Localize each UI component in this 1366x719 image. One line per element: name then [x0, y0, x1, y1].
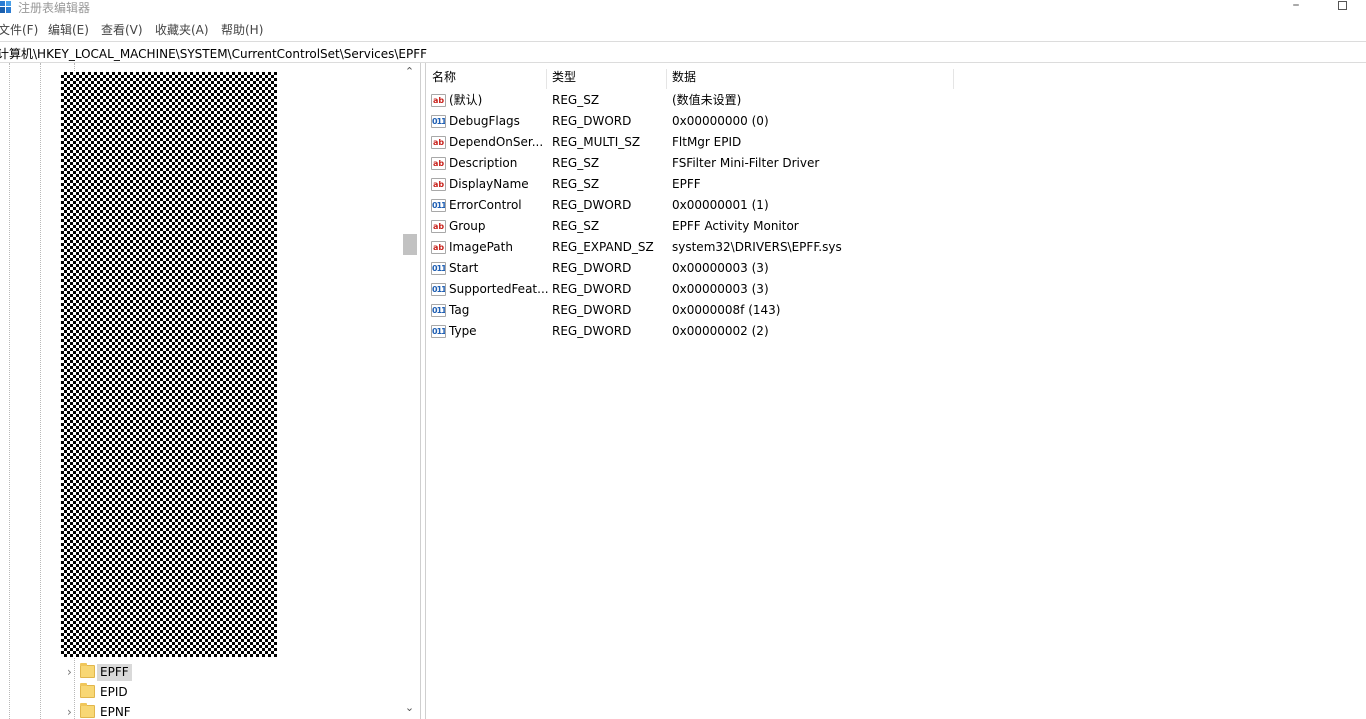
value-data: 0x00000001 (1) [672, 198, 769, 212]
value-name[interactable]: Type [449, 322, 477, 340]
value-row[interactable]: 011 Type REG_DWORD 0x00000002 (2) [426, 320, 1366, 341]
binary-value-icon: 011 [431, 115, 446, 128]
string-value-icon: ab [431, 136, 446, 149]
string-value-icon: ab [431, 178, 446, 191]
binary-value-icon: 011 [431, 325, 446, 338]
registry-editor-icon [0, 1, 11, 13]
scroll-down-icon[interactable]: ⌄ [404, 702, 415, 713]
string-value-icon: ab [431, 94, 446, 107]
value-data: 0x00000003 (3) [672, 282, 769, 296]
string-value-icon: ab [431, 241, 446, 254]
value-row[interactable]: 011 SupportedFeat... REG_DWORD 0x00000003 (… [426, 278, 1366, 299]
minimize-button[interactable]: – [1284, 0, 1308, 17]
address-path[interactable]: 计算机\HKEY_LOCAL_MACHINE\SYSTEM\CurrentCon… [0, 45, 427, 62]
value-data: FSFilter Mini-Filter Driver [672, 156, 820, 170]
value-row[interactable]: ab Group REG_SZ EPFF Activity Monitor [426, 215, 1366, 236]
value-type: REG_DWORD [552, 282, 632, 296]
menu-file[interactable]: 文件(F) [0, 21, 38, 38]
expand-chevron-icon[interactable]: › [67, 665, 77, 679]
value-name[interactable]: Description [449, 154, 517, 172]
column-header-name[interactable]: 名称 [426, 66, 546, 88]
tree-scrollbar[interactable]: ⌃ ⌄ [401, 63, 418, 719]
binary-value-icon: 011 [431, 283, 446, 296]
maximize-icon [1338, 1, 1347, 10]
value-type: REG_EXPAND_SZ [552, 240, 654, 254]
value-data: 0x00000000 (0) [672, 114, 769, 128]
value-type: REG_DWORD [552, 324, 632, 338]
value-row[interactable]: 011 ErrorControl REG_DWORD 0x00000001 (1) [426, 194, 1366, 215]
value-name[interactable]: (默认) [449, 91, 482, 109]
menu-favorites[interactable]: 收藏夹(A) [155, 21, 209, 38]
value-name[interactable]: DebugFlags [449, 112, 520, 130]
value-row[interactable]: 011 DebugFlags REG_DWORD 0x00000000 (0) [426, 110, 1366, 131]
expand-chevron-icon[interactable]: › [67, 705, 77, 719]
value-name[interactable]: SupportedFeat... [449, 280, 549, 298]
title-bar: 注册表编辑器 – [0, 0, 1366, 17]
value-data: EPFF [672, 177, 701, 191]
value-row[interactable]: ab DisplayName REG_SZ EPFF [426, 173, 1366, 194]
binary-value-icon: 011 [431, 262, 446, 275]
scroll-up-icon[interactable]: ⌃ [404, 66, 415, 77]
binary-value-icon: 011 [431, 304, 446, 317]
value-type: REG_DWORD [552, 114, 632, 128]
value-name[interactable]: Tag [449, 301, 469, 319]
tree-node-label[interactable]: EPFF [97, 664, 132, 681]
value-row[interactable]: 011 Tag REG_DWORD 0x0000008f (143) [426, 299, 1366, 320]
string-value-icon: ab [431, 157, 446, 170]
tree-guide-line [9, 63, 10, 719]
value-type: REG_SZ [552, 156, 600, 170]
value-type: REG_SZ [552, 177, 600, 191]
value-name[interactable]: DisplayName [449, 175, 529, 193]
folder-icon [80, 663, 95, 678]
string-value-icon: ab [431, 220, 446, 233]
tree-guide-line [40, 63, 41, 719]
value-row[interactable]: 011 Start REG_DWORD 0x00000003 (3) [426, 257, 1366, 278]
menu-view[interactable]: 查看(V) [101, 21, 143, 38]
value-type: REG_DWORD [552, 261, 632, 275]
address-bar[interactable]: 计算机\HKEY_LOCAL_MACHINE\SYSTEM\CurrentCon… [0, 41, 1366, 63]
binary-value-icon: 011 [431, 199, 446, 212]
value-type: REG_DWORD [552, 198, 632, 212]
value-row[interactable]: ab ImagePath REG_EXPAND_SZ system32\DRIVERS… [426, 236, 1366, 257]
value-name[interactable]: Start [449, 259, 478, 277]
value-name[interactable]: DependOnSer... [449, 133, 543, 151]
value-row[interactable]: ab Description REG_SZ FSFilter Mini-Filter … [426, 152, 1366, 173]
value-type: REG_DWORD [552, 303, 632, 317]
value-data: FltMgr EPID [672, 135, 742, 149]
value-row[interactable]: ab (默认) REG_SZ (数值未设置) [426, 89, 1366, 110]
value-data: EPFF Activity Monitor [672, 219, 799, 233]
list-header: 名称 类型 数据 [426, 66, 1366, 89]
value-data: 0x00000002 (2) [672, 324, 769, 338]
folder-icon [80, 683, 95, 698]
menu-edit[interactable]: 编辑(E) [48, 21, 89, 38]
key-tree[interactable]: › EPFF EPID › EPNF [0, 63, 420, 719]
value-data: 0x00000003 (3) [672, 261, 769, 275]
value-type: REG_SZ [552, 219, 600, 233]
value-data: (数值未设置) [672, 93, 742, 107]
value-name[interactable]: ImagePath [449, 238, 513, 256]
value-data: 0x0000008f (143) [672, 303, 781, 317]
redacted-region [61, 72, 277, 657]
value-data: system32\DRIVERS\EPFF.sys [672, 240, 842, 254]
value-row[interactable]: ab DependOnSer... REG_MULTI_SZ FltMgr EPID [426, 131, 1366, 152]
tree-node-label[interactable]: EPID [97, 684, 131, 701]
column-header-type[interactable]: 类型 [546, 66, 666, 88]
scroll-thumb[interactable] [403, 234, 417, 255]
folder-icon [80, 703, 95, 718]
maximize-button[interactable] [1330, 0, 1354, 17]
menu-help[interactable]: 帮助(H) [221, 21, 263, 38]
value-type: REG_SZ [552, 93, 600, 107]
window-title: 注册表编辑器 [18, 1, 91, 15]
value-name[interactable]: ErrorControl [449, 196, 522, 214]
menu-bar: 文件(F) 编辑(E) 查看(V) 收藏夹(A) 帮助(H) [0, 21, 1366, 39]
tree-node-label[interactable]: EPNF [97, 704, 134, 719]
tree-branch [67, 685, 77, 699]
value-type: REG_MULTI_SZ [552, 135, 641, 149]
value-name[interactable]: Group [449, 217, 486, 235]
column-header-data[interactable]: 数据 [666, 66, 953, 88]
column-divider[interactable] [953, 69, 954, 89]
value-list[interactable]: 名称 类型 数据 ab (默认) REG_SZ (数值未设置) 011 DebugFlag… [426, 63, 1366, 719]
